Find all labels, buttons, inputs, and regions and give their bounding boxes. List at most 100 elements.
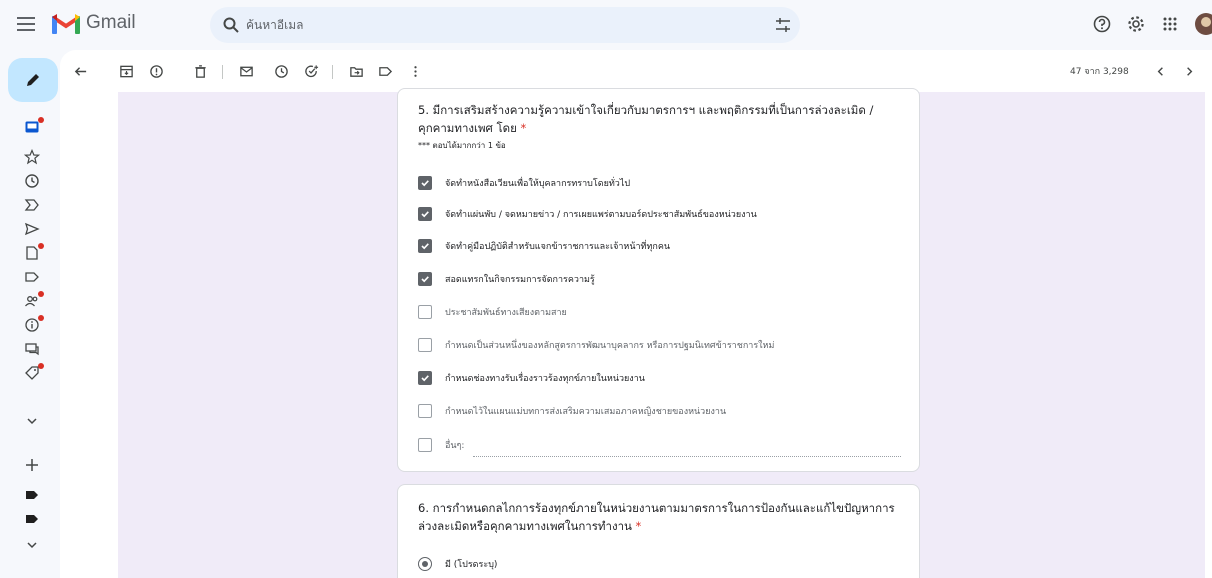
apps-button[interactable] [1158,12,1182,36]
snoozed-nav[interactable] [21,170,43,192]
checkbox-checked[interactable] [418,239,432,253]
message-toolbar [60,54,1212,88]
checkbox-option[interactable]: จัดทำแผ่นพับ / จดหมายข่าว / การเผยแพร่ตา… [418,205,757,223]
search-input[interactable] [246,15,746,35]
archive-button[interactable] [115,60,137,82]
help-button[interactable] [1090,12,1114,36]
label-nav[interactable] [21,484,43,506]
more-actions-button[interactable] [404,60,426,82]
clock-icon [25,174,39,188]
radio-dot [422,561,428,567]
radio-selected[interactable] [418,557,432,571]
label-icon [25,272,39,282]
social-nav[interactable] [21,290,44,312]
gmail-m-icon [52,14,80,34]
checkbox-option[interactable]: จัดทำคู่มือปฏิบัติสำหรับแจกข้าราชการและเ… [418,237,670,255]
updates-nav[interactable] [21,314,44,336]
add-task-icon [304,64,318,77]
chevron-down-icon [27,418,37,425]
check-icon [421,276,429,283]
report-spam-button[interactable] [145,60,167,82]
compose-button[interactable] [8,58,58,102]
option-label: มี (โปรดระบุ) [445,560,498,570]
send-icon [24,222,40,236]
create-label-button[interactable] [21,454,43,476]
help-icon [1093,15,1111,33]
checkbox-unchecked[interactable] [418,338,432,352]
unread-dot [38,363,44,369]
radio-option[interactable]: มี (โปรดระบุ) [418,555,497,573]
forums-nav[interactable] [21,338,43,360]
arrow-back-icon [74,66,86,76]
option-label: สอดแทรกในกิจกรรมการจัดการความรู้ [445,275,595,285]
checkbox-checked[interactable] [418,371,432,385]
report-icon [149,64,163,78]
unread-dot [38,117,44,123]
option-label: จัดทำแผ่นพับ / จดหมายข่าว / การเผยแพร่ตา… [445,210,757,220]
gear-icon [1128,16,1144,32]
option-label: กำหนดเป็นส่วนหนึ่งของหลักสูตรการพัฒนาบุค… [445,341,775,351]
search-options-icon[interactable] [774,16,792,34]
avatar-icon [1195,13,1212,35]
check-icon [421,211,429,218]
labels-button[interactable] [374,60,396,82]
option-label: อื่นๆ: [445,441,465,451]
checkbox-option[interactable]: ประชาสัมพันธ์ทางเสียงตามสาย [418,303,567,321]
label-filled-icon [26,515,38,523]
folder-move-icon [349,66,363,77]
more-vert-icon [413,65,417,77]
checkbox-checked[interactable] [418,207,432,221]
main-menu-button[interactable] [12,10,40,38]
hamburger-icon [17,17,35,31]
other-text-field[interactable] [473,456,901,457]
gmail-logo[interactable]: Gmail [52,12,136,34]
star-icon [24,149,40,165]
unread-dot [38,291,44,297]
checkbox-unchecked[interactable] [418,305,432,319]
checkbox-option[interactable]: สอดแทรกในกิจกรรมการจัดการความรู้ [418,270,595,288]
snooze-button[interactable] [270,60,292,82]
back-button[interactable] [69,60,91,82]
drafts-nav[interactable] [21,242,44,264]
promotions-nav[interactable] [21,362,44,384]
required-mark: * [520,121,527,135]
more-labels-nav[interactable] [21,534,43,556]
option-label: กำหนดช่องทางรับเรื่องราวร้องทุกข์ภายในหน… [445,374,645,384]
label-nav[interactable] [21,508,43,530]
more-nav[interactable] [21,410,43,432]
delete-button[interactable] [189,60,211,82]
inbox-nav[interactable] [21,116,44,138]
move-to-button[interactable] [345,60,367,82]
mark-unread-button[interactable] [235,60,257,82]
newer-button[interactable] [1149,60,1171,82]
required-mark: * [635,519,642,533]
question-text: 6. การกำหนดกลไกการร้องทุกข์ภายในหน่วยงาน… [418,501,895,533]
checkbox-unchecked[interactable] [418,438,432,452]
question-card-5: 5. มีการเสริมสร้างความรู้ความเข้าใจเกี่ย… [397,88,920,472]
question-text: 5. มีการเสริมสร้างความรู้ความเข้าใจเกี่ย… [418,103,874,135]
add-task-button[interactable] [300,60,322,82]
sent-nav[interactable] [21,218,43,240]
chevron-left-icon [1157,66,1163,76]
checkbox-checked[interactable] [418,272,432,286]
label-nav[interactable] [21,266,43,288]
checkbox-checked[interactable] [418,176,432,190]
checkbox-option[interactable]: กำหนดเป็นส่วนหนึ่งของหลักสูตรการพัฒนาบุค… [418,336,774,354]
starred-nav[interactable] [21,146,43,168]
older-button[interactable] [1178,60,1200,82]
check-icon [421,180,429,187]
checkbox-option-other[interactable]: อื่นๆ: [418,436,464,454]
search-icon[interactable] [222,16,240,34]
search-bar[interactable] [210,7,800,43]
important-nav[interactable] [21,194,43,216]
checkbox-option[interactable]: กำหนดช่องทางรับเรื่องราวร้องทุกข์ภายในหน… [418,369,645,387]
checkbox-option[interactable]: จัดทำหนังสือเวียนเพื่อให้บุคลากรทราบโดยท… [418,174,630,192]
checkbox-option[interactable]: กำหนดไว้ในแผนแม่บทการส่งเสริมความเสมอภาค… [418,402,726,420]
avatar[interactable] [1194,12,1212,36]
settings-button[interactable] [1124,12,1148,36]
pagination-text: 47 จาก 3,298 [1070,67,1129,77]
checkbox-unchecked[interactable] [418,404,432,418]
option-label: จัดทำหนังสือเวียนเพื่อให้บุคลากรทราบโดยท… [445,179,631,189]
top-bar: Gmail [0,0,1212,48]
option-label: กำหนดไว้ในแผนแม่บทการส่งเสริมความเสมอภาค… [445,407,727,417]
